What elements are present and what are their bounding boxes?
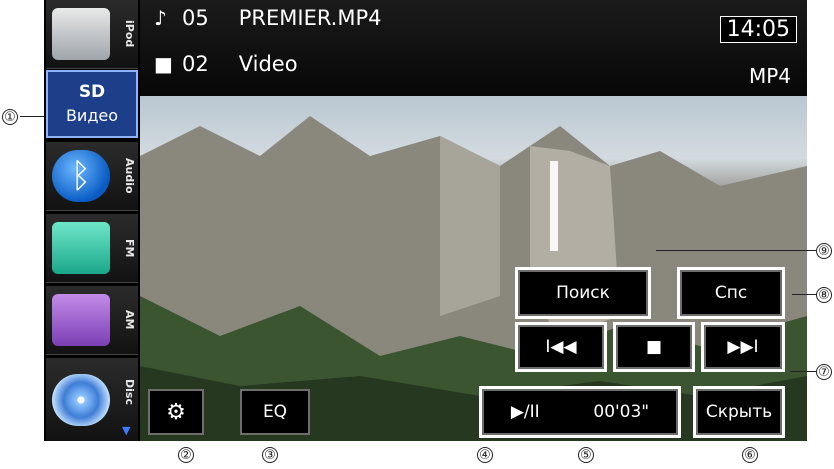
file-format: MP4 (748, 64, 791, 88)
source-list: iPod SD Видео ᛒ Audio FM AM Disc ▼ (44, 0, 140, 441)
source-label-audio: Audio (123, 158, 136, 194)
source-sd-video[interactable]: SD Видео (46, 70, 138, 138)
settings-button[interactable]: ⚙ (148, 389, 204, 435)
callout-1: ① (2, 109, 18, 125)
fm-radio-icon (52, 222, 110, 274)
source-bluetooth-audio[interactable]: ᛒ Audio (46, 142, 138, 211)
callout-6: ⑥ (742, 447, 758, 463)
gear-icon: ⚙ (166, 399, 186, 425)
callout-3: ③ (262, 447, 278, 463)
callout-5: ⑤ (578, 447, 594, 463)
skip-next-icon: ▶▶I (727, 337, 759, 357)
eq-button[interactable]: EQ (240, 389, 310, 435)
ipod-dock-icon (52, 8, 110, 60)
source-label-am: AM (123, 310, 136, 330)
hide-label: Скрыть (705, 402, 773, 422)
source-label-ipod: iPod (123, 20, 136, 48)
folder-icon: ■ (154, 52, 173, 76)
list-button[interactable]: Спс (677, 267, 785, 319)
bluetooth-icon: ᛒ (52, 150, 110, 202)
callout-2: ② (178, 447, 194, 463)
music-note-icon: ♪ (154, 6, 167, 30)
source-label-fm: FM (123, 238, 136, 258)
eq-label: EQ (262, 402, 288, 422)
callout-7: ⑦ (816, 364, 832, 380)
track-number: 05 (182, 6, 209, 30)
now-playing-header: ♪ 05 PREMIER.MP4 ■ 02 Video 14:05 MP4 (140, 0, 807, 96)
source-label-disc: Disc (123, 379, 136, 405)
folder-number: 02 (182, 52, 209, 76)
play-pause-icon: ▶/II (510, 402, 540, 422)
callout-8: ⑧ (816, 287, 832, 303)
callout-line-1 (20, 116, 44, 117)
skip-previous-icon: I◀◀ (545, 337, 577, 357)
callout-line-9 (656, 250, 816, 251)
next-button[interactable]: ▶▶I (701, 322, 785, 372)
hide-button[interactable]: Скрыть (693, 386, 785, 438)
previous-button[interactable]: I◀◀ (515, 322, 607, 372)
track-title: PREMIER.MP4 (238, 6, 382, 30)
disc-icon (52, 374, 110, 426)
clock: 14:05 (719, 16, 797, 43)
list-label: Спс (714, 283, 748, 303)
source-label-sd: SD (78, 82, 106, 102)
source-label-video: Видео (65, 106, 119, 125)
source-am[interactable]: AM (46, 286, 138, 355)
callout-4: ④ (477, 447, 493, 463)
device-screen: iPod SD Видео ᛒ Audio FM AM Disc ▼ ♪ 05 … (44, 0, 807, 441)
folder-name: Video (238, 52, 298, 76)
stop-icon: ■ (645, 337, 663, 357)
elapsed-time: 00'03" (593, 402, 650, 422)
callout-9: ⑨ (816, 243, 832, 259)
scroll-down-icon[interactable]: ▼ (122, 424, 130, 437)
track-row: ♪ 05 PREMIER.MP4 (154, 6, 382, 30)
callout-line-8 (792, 294, 816, 295)
callout-line-7 (790, 371, 816, 372)
folder-row: ■ 02 Video (154, 52, 298, 76)
source-ipod[interactable]: iPod (46, 0, 138, 69)
source-fm[interactable]: FM (46, 214, 138, 283)
am-radio-icon (52, 294, 110, 346)
play-pause-button[interactable]: ▶/II 00'03" (479, 386, 681, 438)
search-button[interactable]: Поиск (515, 267, 651, 319)
search-label: Поиск (556, 283, 610, 303)
stop-button[interactable]: ■ (613, 322, 695, 372)
